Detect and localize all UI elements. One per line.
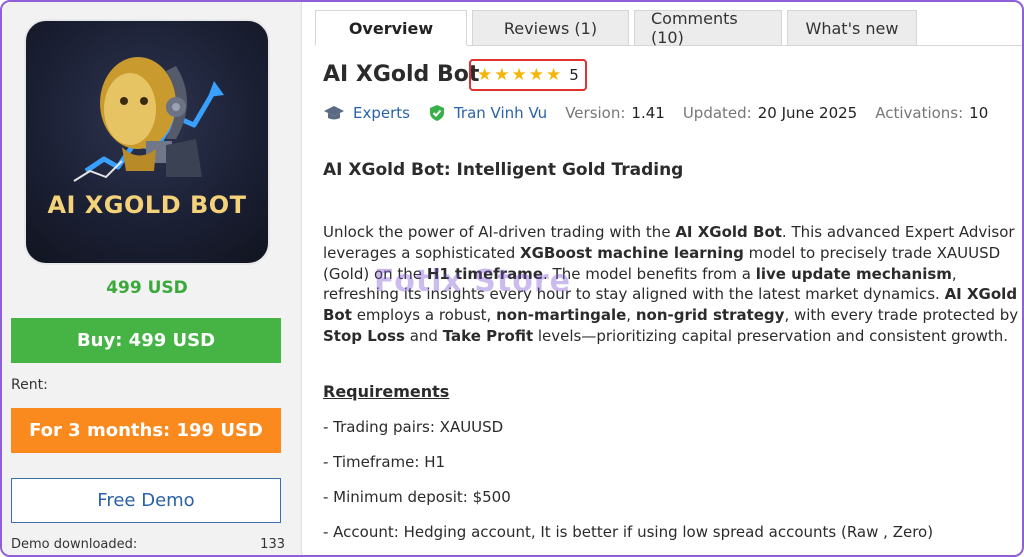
rating-badge[interactable]: ★ ★ ★ ★ ★ 5 — [469, 59, 587, 91]
version-value: 1.41 — [631, 104, 665, 122]
activations-value: 10 — [969, 104, 989, 122]
product-page: AI XGOLD BOT 499 USD Buy: 499 USD Rent: … — [0, 0, 1024, 557]
star-icon: ★ — [511, 64, 527, 85]
product-title: AI XGold Bot — [323, 62, 480, 87]
logo-text: AI XGOLD BOT — [47, 191, 247, 219]
star-icon: ★ — [528, 64, 544, 85]
author-link[interactable]: Tran Vinh Vu — [454, 104, 547, 122]
tab-comments[interactable]: Comments (10) — [634, 9, 782, 47]
description-text: Unlock the power of AI-driven trading wi… — [323, 223, 1019, 345]
requirement-item: - Trading pairs: XAUUSD — [323, 418, 504, 436]
description-heading: AI XGold Bot: Intelligent Gold Trading — [323, 160, 684, 180]
star-icon: ★ — [477, 64, 493, 85]
rent-label: Rent: — [11, 377, 48, 393]
requirements-heading: Requirements — [323, 382, 450, 401]
robot-head-icon — [73, 57, 224, 182]
category-link[interactable]: Experts — [353, 104, 410, 122]
graduation-cap-icon — [324, 106, 344, 120]
tab-overview[interactable]: Overview — [315, 10, 467, 46]
version-label: Version: — [565, 104, 626, 122]
star-icon: ★ — [494, 64, 510, 85]
rating-value: 5 — [569, 66, 579, 84]
verified-check-icon — [429, 105, 444, 121]
buy-button[interactable]: Buy: 499 USD — [11, 318, 281, 363]
demo-downloaded-count: 133 — [260, 537, 285, 552]
product-logo: AI XGOLD BOT — [24, 19, 270, 265]
tab-whats-new[interactable]: What's new — [787, 10, 917, 46]
tab-reviews[interactable]: Reviews (1) — [472, 10, 629, 46]
product-price: 499 USD — [106, 278, 188, 298]
updated-value: 20 June 2025 — [757, 104, 858, 122]
free-demo-button[interactable]: Free Demo — [11, 478, 281, 523]
demo-downloaded-label: Demo downloaded: — [11, 537, 138, 552]
star-icon: ★ — [546, 64, 562, 85]
rent-3-months-button[interactable]: For 3 months: 199 USD — [11, 408, 281, 453]
requirement-item: - Timeframe: H1 — [323, 453, 446, 471]
product-sidebar: AI XGOLD BOT 499 USD Buy: 499 USD Rent: … — [2, 2, 302, 555]
tab-bar: Overview Reviews (1) Comments (10) What'… — [315, 9, 917, 47]
product-meta: Experts Tran Vinh Vu Version: 1.41 Updat… — [323, 102, 988, 124]
activations-label: Activations: — [875, 104, 964, 122]
requirement-item: - Account: Hedging account, It is better… — [323, 523, 934, 541]
updated-label: Updated: — [682, 104, 752, 122]
demo-downloaded-row: Demo downloaded: 133 — [11, 537, 285, 552]
requirement-item: - Minimum deposit: $500 — [323, 488, 511, 506]
